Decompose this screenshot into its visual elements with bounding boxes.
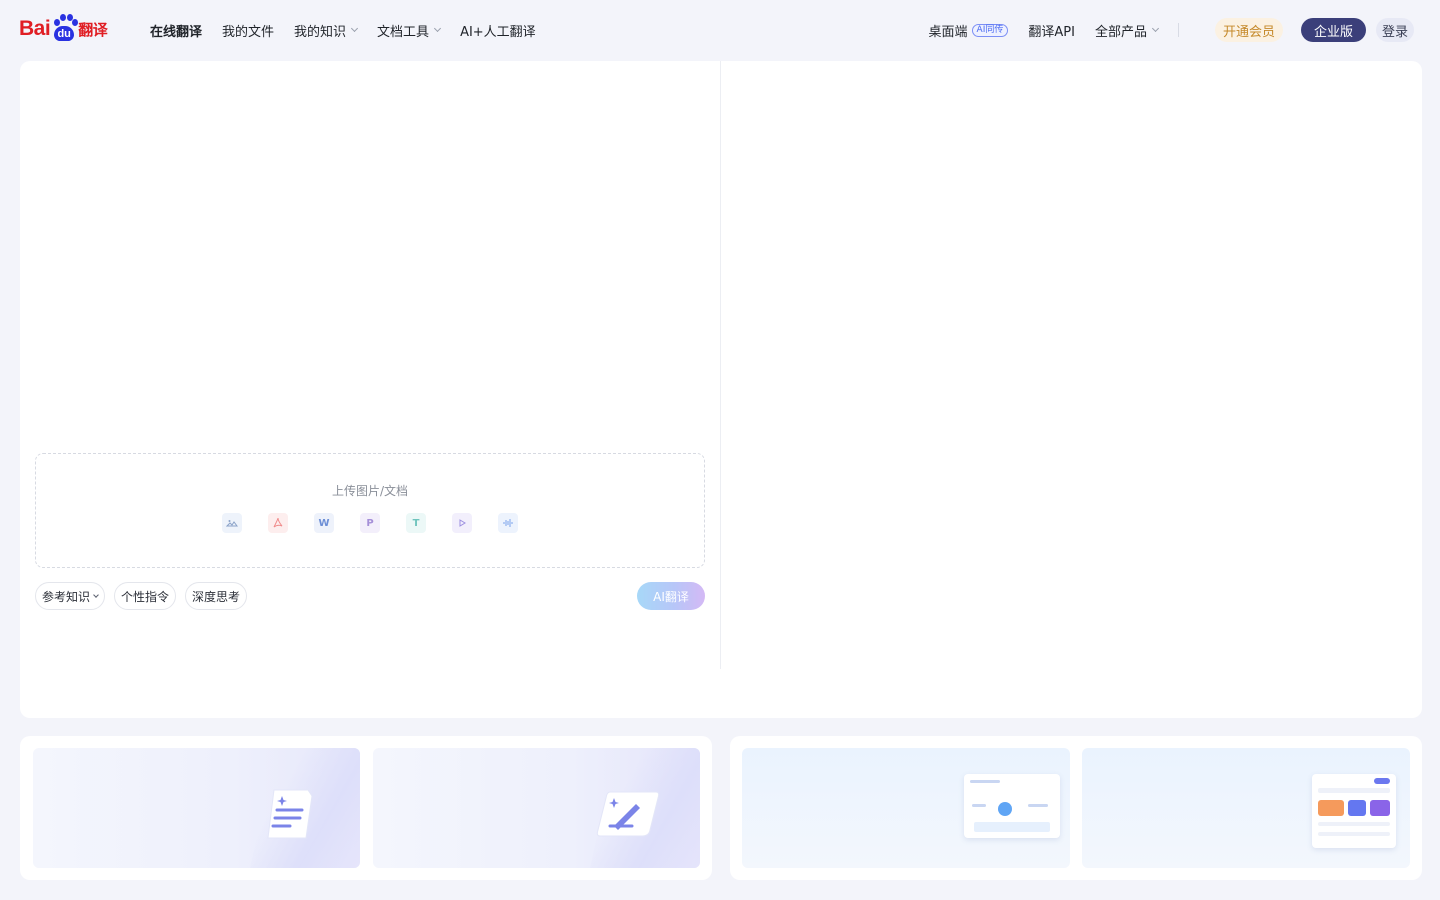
nav-ai-human-translate[interactable]: AI+人工翻译 [460,21,536,40]
nav-my-knowledge[interactable]: 我的知识 [294,21,359,40]
custom-instruction-chip[interactable]: 个性指令 [114,582,177,610]
nav-online-translate[interactable]: 在线翻译 [150,21,202,40]
document-sparkle-icon [267,789,313,839]
desktop-label: 桌面端 [928,24,968,40]
ppt-icon[interactable]: P [360,513,380,533]
all-products-menu[interactable]: 全部产品 [1094,21,1159,40]
ai-write-card[interactable] [373,748,700,868]
chip-label: 参考知识 [42,589,91,604]
image-icon[interactable] [222,513,242,533]
translation-panel: 上传图片/文档 W P T 参考知识 个性指令 深度思考 AI翻译 [20,61,1422,718]
ai-translate-button[interactable]: AI翻译 [637,582,705,610]
feature-cards-left [20,736,712,880]
nav-doc-tools[interactable]: 文档工具 [377,21,442,40]
mobile-app-card[interactable] [1082,748,1410,868]
nav-my-files[interactable]: 我的文件 [222,21,274,40]
baidu-paw-icon: du [51,13,79,43]
baidu-fanyi-logo[interactable]: Bai du 翻译 [19,11,108,43]
logo-du-text: du [54,26,75,41]
reference-knowledge-chip[interactable]: 参考知识 [35,582,106,610]
nav-divider [1177,23,1179,37]
top-header: Bai du 翻译 在线翻译 我的文件 我的知识 文档工具 AI+人工翻译 桌面… [0,0,1440,60]
upload-title: 上传图片/文档 [331,484,409,498]
web-translate-card[interactable] [742,748,1070,868]
upload-dropzone[interactable]: 上传图片/文档 W P T [35,453,705,568]
pen-sparkle-icon [596,791,660,837]
chevron-down-icon [351,24,359,33]
nav-label: 我的知识 [294,24,347,40]
video-icon[interactable] [452,513,472,533]
pdf-icon[interactable] [268,513,288,533]
all-products-label: 全部产品 [1094,24,1147,40]
desktop-link[interactable]: 桌面端 AI同传 [929,21,1009,40]
file-type-icons: W P T [222,513,544,533]
main-nav: 在线翻译 我的文件 我的知识 文档工具 AI+人工翻译 [150,19,556,41]
login-button[interactable]: 登录 [1375,18,1414,42]
enterprise-button[interactable]: 企业版 [1300,18,1366,42]
feature-cards-right [730,736,1422,880]
chip-label: 深度思考 [192,589,241,604]
api-label: 翻译API [1028,24,1075,40]
open-vip-button[interactable]: 开通会员 [1214,18,1283,42]
translate-api-link[interactable]: 翻译API [1028,21,1075,40]
doc-translate-card[interactable] [33,748,360,868]
nav-label: 在线翻译 [150,24,203,40]
logo-fanyi-text: 翻译 [78,21,108,39]
deep-think-chip[interactable]: 深度思考 [185,582,248,610]
nav-label: 文档工具 [377,24,430,40]
mobile-app-preview [1312,774,1396,848]
chevron-down-icon [1151,24,1159,33]
ai-simultaneous-badge: AI同传 [971,23,1009,37]
chip-label: 个性指令 [121,589,170,604]
word-icon[interactable]: W [314,513,334,533]
right-nav: 桌面端 AI同传 翻译API 全部产品 开通会员 企业版 登录 [909,17,1414,43]
nav-label: AI+人工翻译 [460,24,536,40]
panel-divider [720,61,721,669]
chevron-down-icon [434,24,442,33]
option-chips: 参考知识 个性指令 深度思考 [35,582,256,610]
audio-icon[interactable] [498,513,518,533]
logo-bai-text: Bai [19,17,51,40]
nav-label: 我的文件 [222,24,275,40]
chevron-down-icon [93,591,99,598]
text-icon[interactable]: T [406,513,426,533]
app-preview-illustration [964,774,1060,838]
